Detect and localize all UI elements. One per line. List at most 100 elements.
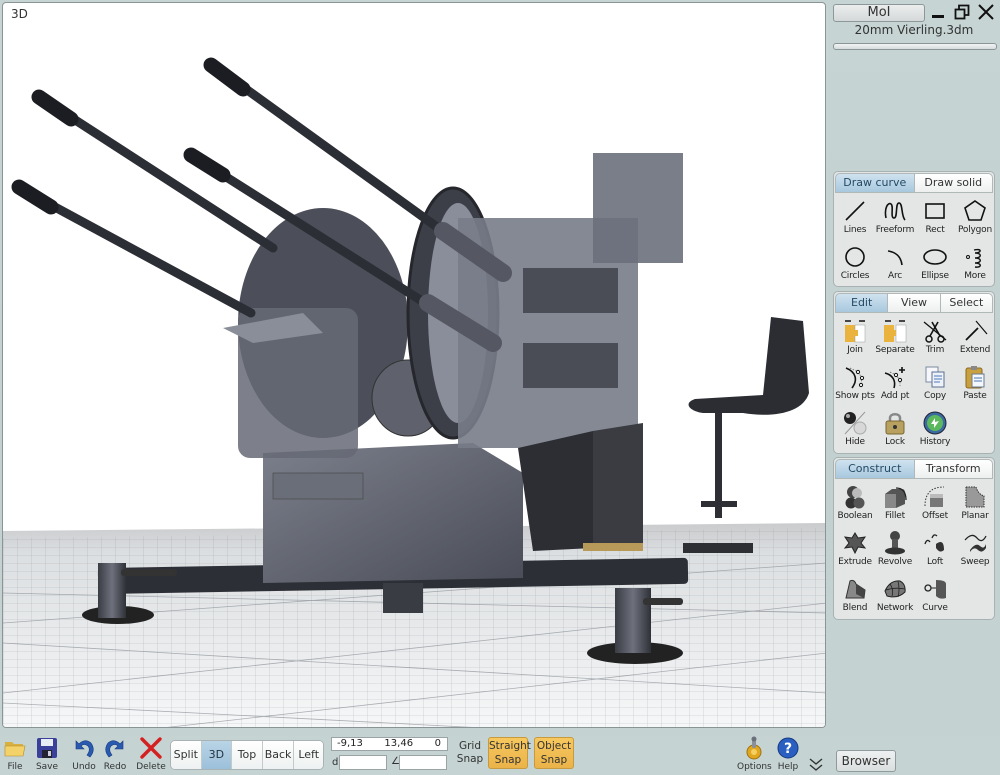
tab-construct[interactable]: Construct — [835, 459, 915, 479]
planar-icon — [965, 486, 985, 508]
expand-toolbar-button[interactable] — [808, 756, 824, 775]
tool-freeform[interactable]: Freeform — [875, 195, 915, 241]
redo-button[interactable]: Redo — [101, 736, 129, 772]
rectangle-icon — [925, 203, 945, 219]
add-point-icon — [884, 367, 905, 389]
tool-lock[interactable]: Lock — [875, 407, 915, 453]
distance-input[interactable] — [339, 755, 387, 770]
model-render[interactable] — [3, 3, 826, 728]
tab-transform[interactable]: Transform — [914, 459, 993, 479]
tool-show-pts[interactable]: Show pts — [835, 361, 875, 407]
tool-more[interactable]: More — [955, 241, 995, 287]
polygon-icon — [964, 200, 986, 221]
object-snap-toggle[interactable]: Object Snap — [534, 737, 574, 769]
tool-fillet[interactable]: Fillet — [875, 481, 915, 527]
tool-polygon[interactable]: Polygon — [955, 195, 995, 241]
help-button[interactable]: ? Help — [776, 736, 800, 772]
redo-icon — [105, 740, 124, 758]
ellipse-icon — [923, 249, 947, 265]
tool-offset[interactable]: Offset — [915, 481, 955, 527]
folder-icon — [4, 742, 26, 757]
viewport-label: 3D — [11, 7, 28, 21]
tool-loft[interactable]: Loft — [915, 527, 955, 573]
tool-trim[interactable]: Trim — [915, 315, 955, 361]
coordinate-readout[interactable]: -9,13 13,46 0 — [331, 737, 448, 751]
grid-snap-toggle[interactable]: Grid Snap — [455, 740, 485, 766]
show-points-icon — [845, 367, 865, 389]
delete-button[interactable]: Delete — [135, 736, 167, 772]
gear-icon — [746, 736, 762, 760]
restore-button[interactable] — [954, 4, 970, 25]
undo-button[interactable]: Undo — [70, 736, 98, 772]
separate-icon — [884, 320, 907, 343]
browser-button[interactable]: Browser — [836, 750, 896, 772]
coord-x: -9,13 — [337, 738, 363, 749]
tab-edit[interactable]: Edit — [835, 293, 889, 313]
tool-arc[interactable]: Arc — [875, 241, 915, 287]
app-menu-button[interactable]: MoI — [833, 4, 925, 22]
tool-history[interactable]: History — [915, 407, 955, 453]
tool-extend[interactable]: Extend — [955, 315, 995, 361]
viewport-3d[interactable]: 3D — [2, 2, 826, 728]
curve-icon — [924, 580, 946, 599]
tool-planar[interactable]: Planar — [955, 481, 995, 527]
angle-input[interactable] — [399, 755, 447, 770]
view-back-button[interactable]: Back — [262, 741, 295, 769]
tab-draw-solid[interactable]: Draw solid — [914, 173, 993, 193]
scissors-icon — [923, 321, 947, 343]
straight-snap-toggle[interactable]: Straight Snap — [488, 737, 531, 769]
loft-icon — [924, 534, 944, 552]
tool-circles[interactable]: Circles — [835, 241, 875, 287]
tool-separate[interactable]: Separate — [875, 315, 915, 361]
view-top-button[interactable]: Top — [232, 741, 263, 769]
view-split-button[interactable]: Split — [171, 741, 202, 769]
tab-select[interactable]: Select — [940, 293, 993, 313]
view-left-button[interactable]: Left — [294, 741, 323, 769]
fillet-icon — [885, 487, 907, 508]
file-button[interactable]: File — [3, 736, 27, 772]
helix-icon — [966, 248, 981, 268]
options-button[interactable]: Options — [737, 736, 772, 772]
extend-icon — [965, 320, 988, 341]
close-icon — [978, 4, 994, 20]
tool-extrude[interactable]: Extrude — [835, 527, 875, 573]
draw-panel: Draw curve Draw solid Lines Freeform Rec… — [833, 171, 995, 287]
extrude-icon — [843, 532, 867, 555]
gunner-seat — [683, 317, 809, 553]
coord-y: 13,46 — [384, 738, 414, 749]
save-button[interactable]: Save — [34, 736, 60, 772]
circle-icon — [845, 247, 865, 267]
undo-icon — [75, 740, 94, 758]
command-options-bar[interactable] — [833, 43, 997, 50]
tool-network[interactable]: Network — [875, 573, 915, 619]
tool-sweep[interactable]: Sweep — [955, 527, 995, 573]
tool-hide[interactable]: Hide — [835, 407, 875, 453]
view-selector: Split 3D Top Back Left — [170, 740, 324, 770]
svg-text:?: ? — [784, 741, 792, 757]
boolean-icon — [845, 486, 865, 509]
join-icon — [845, 320, 866, 343]
tool-add-pt[interactable]: Add pt — [875, 361, 915, 407]
tab-draw-curve[interactable]: Draw curve — [835, 173, 915, 193]
tool-copy[interactable]: Copy — [915, 361, 955, 407]
expand-icon — [809, 758, 823, 771]
tool-paste[interactable]: Paste — [955, 361, 995, 407]
tab-view[interactable]: View — [888, 293, 941, 313]
tool-blend[interactable]: Blend — [835, 573, 875, 619]
tool-ellipse[interactable]: Ellipse — [915, 241, 955, 287]
coord-z: 0 — [434, 738, 441, 749]
arc-icon — [887, 250, 903, 266]
view-3d-button[interactable]: 3D — [201, 741, 233, 769]
tool-join[interactable]: Join — [835, 315, 875, 361]
tool-lines[interactable]: Lines — [835, 195, 875, 241]
paste-icon — [965, 366, 985, 389]
distance-label: d — [332, 757, 339, 768]
tool-rect[interactable]: Rect — [915, 195, 955, 241]
copy-icon — [925, 366, 945, 388]
tool-curve[interactable]: Curve — [915, 573, 955, 619]
tool-boolean[interactable]: Boolean — [835, 481, 875, 527]
minimize-button[interactable] — [932, 0, 944, 23]
document-name: 20mm Vierling.3dm — [854, 23, 974, 37]
lock-icon — [885, 413, 905, 435]
tool-revolve[interactable]: Revolve — [875, 527, 915, 573]
